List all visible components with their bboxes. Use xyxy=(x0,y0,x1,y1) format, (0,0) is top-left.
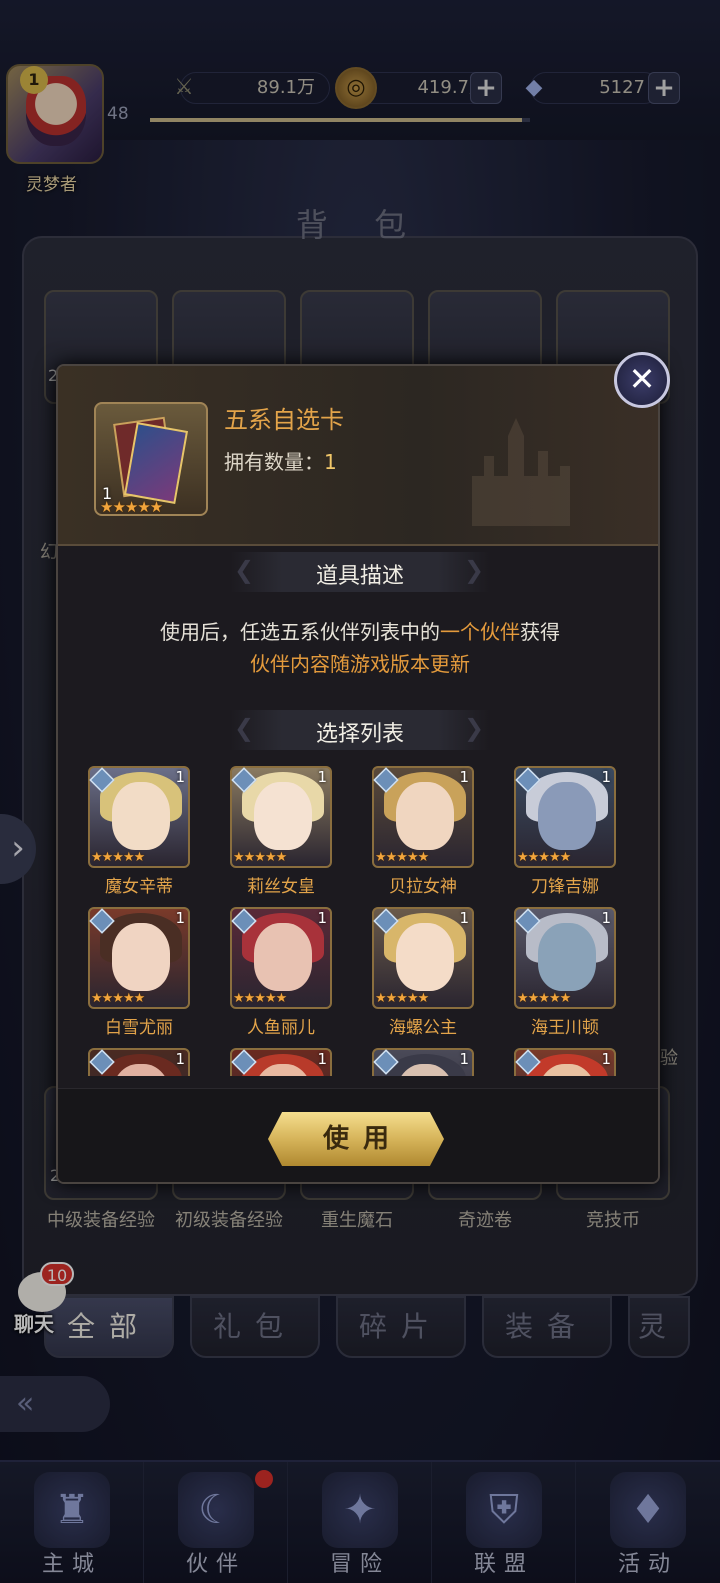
hero-face xyxy=(538,782,596,850)
owned-value: 1 xyxy=(324,450,337,474)
selection-list-title: 选择列表 xyxy=(315,722,404,747)
hero-face xyxy=(538,923,596,991)
item-stars: ★★★★★ xyxy=(100,498,163,516)
hero-card[interactable]: 1★★★★★ xyxy=(88,1048,190,1076)
hero-name: 魔女辛蒂 xyxy=(105,877,173,897)
hero-name: 贝拉女神 xyxy=(389,877,457,897)
hero-name: 海螺公主 xyxy=(389,1018,457,1038)
hero-card[interactable]: 1 ★★★★★ 魔女辛蒂 xyxy=(88,766,190,897)
description-line: 伙伴内容随游戏版本更新 xyxy=(58,648,658,680)
hero-name: 白雪尤丽 xyxy=(105,1018,173,1038)
item-detail-modal: 1 ★★★★★ 五系自选卡 拥有数量：1 ❮ ❯ 道具描述 使用后，任选五系伙伴… xyxy=(56,364,660,1184)
hero-card[interactable]: 1★★★★★ xyxy=(230,1048,332,1076)
game-screen: { "header": { "level": "1", "player_numb… xyxy=(0,0,720,1583)
close-button[interactable]: ✕ xyxy=(614,352,670,408)
owned-label: 拥有数量： xyxy=(224,450,324,474)
hero-count: 1 xyxy=(317,768,327,786)
castle-silhouette-icon xyxy=(472,418,570,526)
hero-name: 莉丝女皇 xyxy=(247,877,315,897)
hero-face xyxy=(396,923,454,991)
hero-name: 刀锋吉娜 xyxy=(531,877,599,897)
hero-face xyxy=(112,923,170,991)
item-icon: 1 ★★★★★ xyxy=(94,402,208,516)
use-button[interactable]: 使用 xyxy=(268,1112,444,1166)
desc-text: 获得 xyxy=(520,620,560,644)
hero-card[interactable]: 1 ★★★★★ 白雪尤丽 xyxy=(88,907,190,1038)
hero-card[interactable]: 1★★★★★ xyxy=(514,1048,616,1076)
hero-count: 1 xyxy=(601,768,611,786)
close-icon: ✕ xyxy=(628,360,656,398)
item-owned: 拥有数量：1 xyxy=(224,446,337,475)
hero-count: 1 xyxy=(317,909,327,927)
hero-face xyxy=(396,782,454,850)
hero-card[interactable]: 1 ★★★★★ 海螺公主 xyxy=(372,907,474,1038)
hero-count: 1 xyxy=(601,909,611,927)
desc-highlight: 一个伙伴 xyxy=(440,620,520,644)
hero-card[interactable]: 1 ★★★★★ 人鱼丽儿 xyxy=(230,907,332,1038)
hero-count: 1 xyxy=(459,909,469,927)
hero-face xyxy=(254,923,312,991)
hero-face xyxy=(112,782,170,850)
hero-name: 人鱼丽儿 xyxy=(247,1018,315,1038)
hero-card[interactable]: 1 ★★★★★ 贝拉女神 xyxy=(372,766,474,897)
hero-count: 1 xyxy=(459,1050,469,1068)
item-name: 五系自选卡 xyxy=(224,406,344,434)
card-icon xyxy=(123,422,189,504)
item-header: 1 ★★★★★ 五系自选卡 拥有数量：1 xyxy=(58,366,658,546)
desc-highlight: 伙伴内容随游戏版本更新 xyxy=(250,652,470,676)
hero-stars: ★★★★★ xyxy=(375,991,429,1006)
hero-stars: ★★★★★ xyxy=(91,991,145,1006)
hero-face xyxy=(254,782,312,850)
hero-count: 1 xyxy=(317,1050,327,1068)
hero-stars: ★★★★★ xyxy=(91,850,145,865)
hero-card[interactable]: 1★★★★★ xyxy=(372,1048,474,1076)
hero-count: 1 xyxy=(601,1050,611,1068)
hero-stars: ★★★★★ xyxy=(375,850,429,865)
hero-name: 海王川顿 xyxy=(531,1018,599,1038)
hero-count: 1 xyxy=(459,768,469,786)
hero-stars: ★★★★★ xyxy=(233,850,287,865)
hero-count: 1 xyxy=(175,1050,185,1068)
hero-count: 1 xyxy=(175,768,185,786)
hero-selection-list[interactable]: 1 ★★★★★ 魔女辛蒂 1 ★★★★★ 莉丝女皇 1 ★★★★★ 贝拉女神 1 ★★★★★ 刀锋吉娜… xyxy=(88,766,628,1076)
hero-stars: ★★★★★ xyxy=(517,850,571,865)
hero-card[interactable]: 1 ★★★★★ 莉丝女皇 xyxy=(230,766,332,897)
hero-card[interactable]: 1 ★★★★★ 海王川顿 xyxy=(514,907,616,1038)
hero-count: 1 xyxy=(175,909,185,927)
hero-card[interactable]: 1 ★★★★★ 刀锋吉娜 xyxy=(514,766,616,897)
description-line: 使用后，任选五系伙伴列表中的一个伙伴获得 xyxy=(58,616,658,648)
hero-stars: ★★★★★ xyxy=(517,991,571,1006)
desc-text: 使用后，任选五系伙伴列表中的 xyxy=(160,620,440,644)
description-title: 道具描述 xyxy=(315,564,404,589)
hero-stars: ★★★★★ xyxy=(233,991,287,1006)
